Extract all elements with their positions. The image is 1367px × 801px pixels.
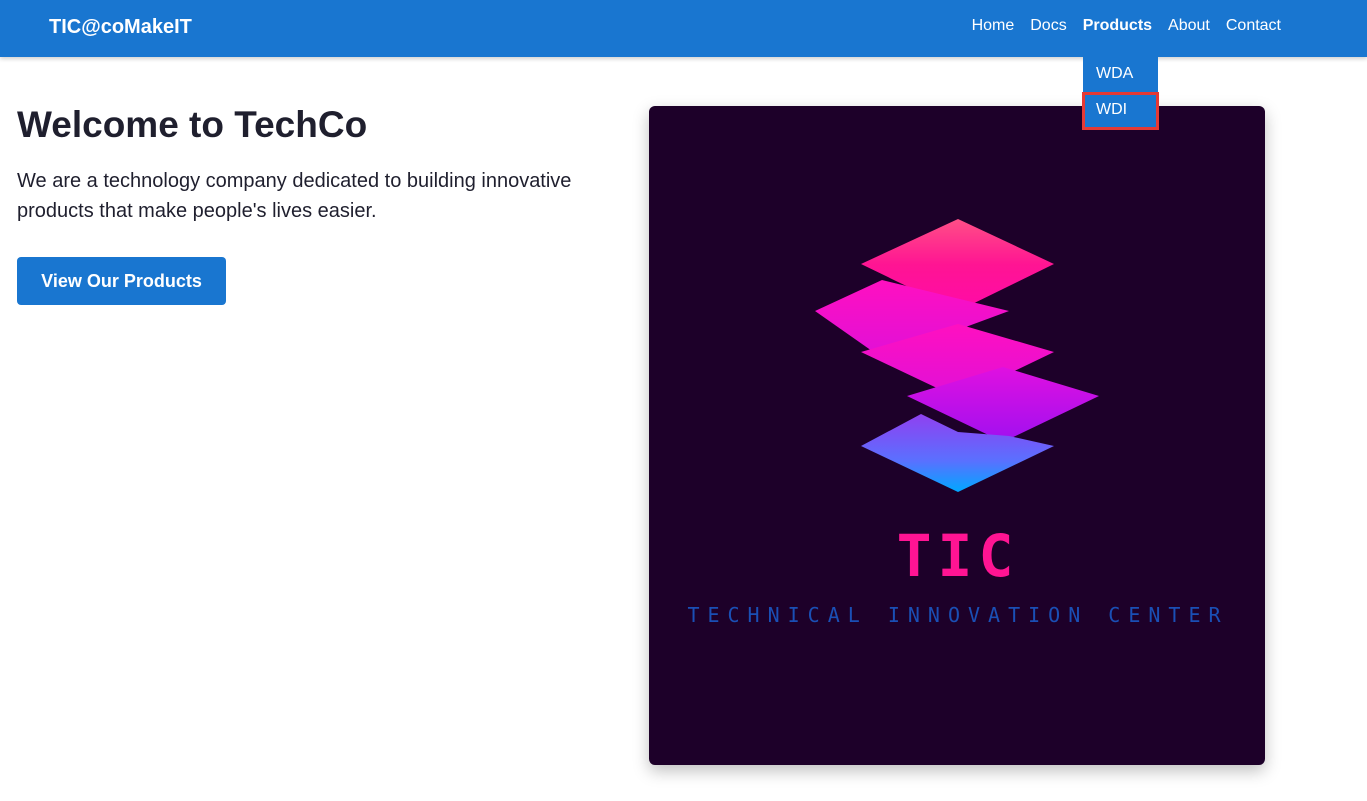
dropdown-item-wda[interactable]: WDA bbox=[1083, 57, 1158, 93]
nav-link-about[interactable]: About bbox=[1168, 17, 1210, 35]
nav-links: Home Docs Products About Contact bbox=[972, 17, 1281, 35]
logo-image: TIC TECHNICAL INNOVATION CENTER bbox=[649, 106, 1265, 765]
nav-link-docs[interactable]: Docs bbox=[1030, 17, 1066, 35]
nav-link-products[interactable]: Products bbox=[1083, 17, 1152, 35]
hero-title: Welcome to TechCo bbox=[17, 104, 368, 145]
dropdown-item-wdi[interactable]: WDI bbox=[1082, 92, 1159, 130]
hero-description: We are a technology company dedicated to… bbox=[17, 170, 572, 222]
nav-link-home[interactable]: Home bbox=[972, 17, 1015, 35]
logo-tagline: TECHNICAL INNOVATION CENTER bbox=[687, 603, 1228, 627]
top-navbar: TIC@coMakeIT Home Docs Products About Co… bbox=[0, 0, 1367, 57]
logo-wordmark: TIC bbox=[897, 522, 1020, 590]
brand-logo-text[interactable]: TIC@coMakeIT bbox=[49, 16, 192, 39]
view-products-button[interactable]: View Our Products bbox=[17, 257, 226, 305]
products-dropdown-menu: WDA WDI bbox=[1082, 57, 1159, 130]
tic-logo-graphic: TIC TECHNICAL INNOVATION CENTER bbox=[687, 219, 1228, 627]
nav-link-contact[interactable]: Contact bbox=[1226, 17, 1281, 35]
